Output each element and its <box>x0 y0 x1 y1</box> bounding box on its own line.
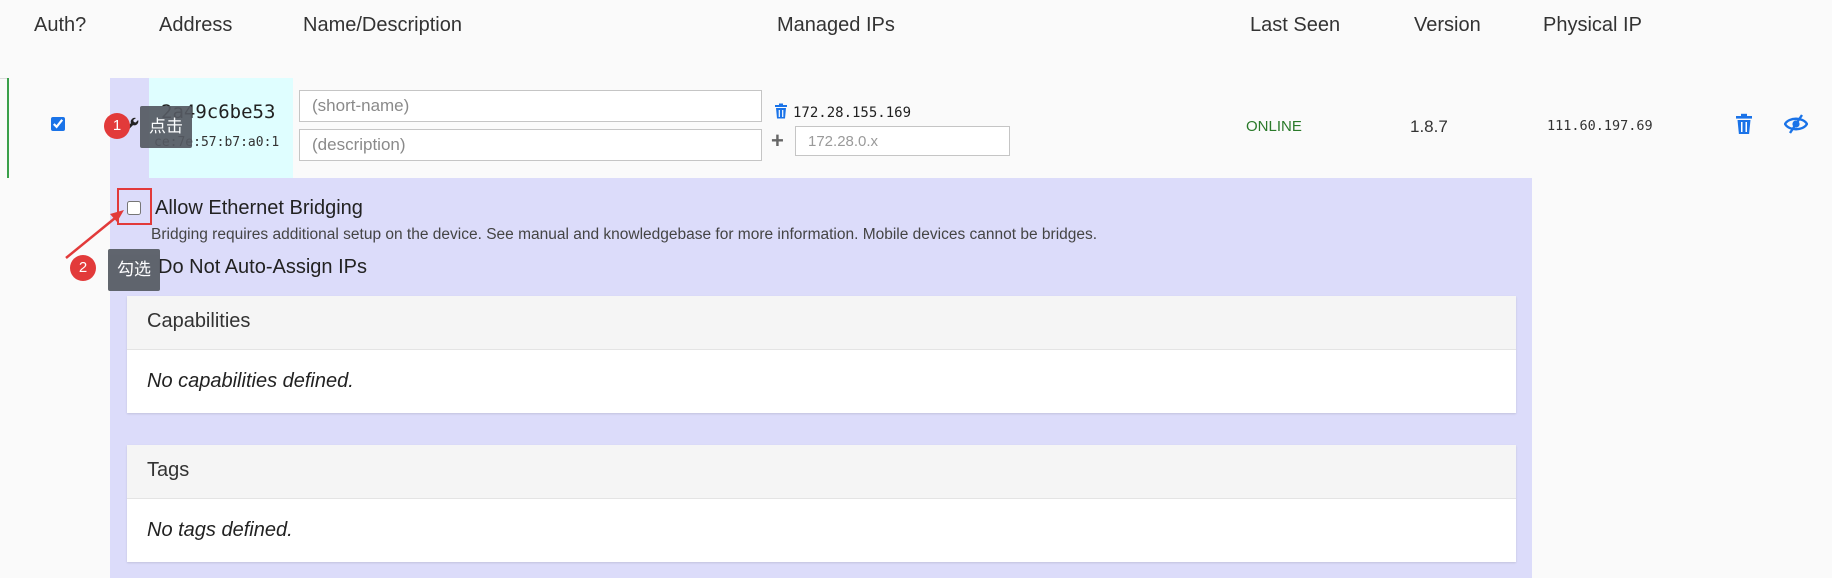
annotation-arrow <box>65 210 124 259</box>
annotation-badge-2: 2 <box>70 255 96 281</box>
annotation-tooltip-2: 勾选 <box>108 249 160 291</box>
